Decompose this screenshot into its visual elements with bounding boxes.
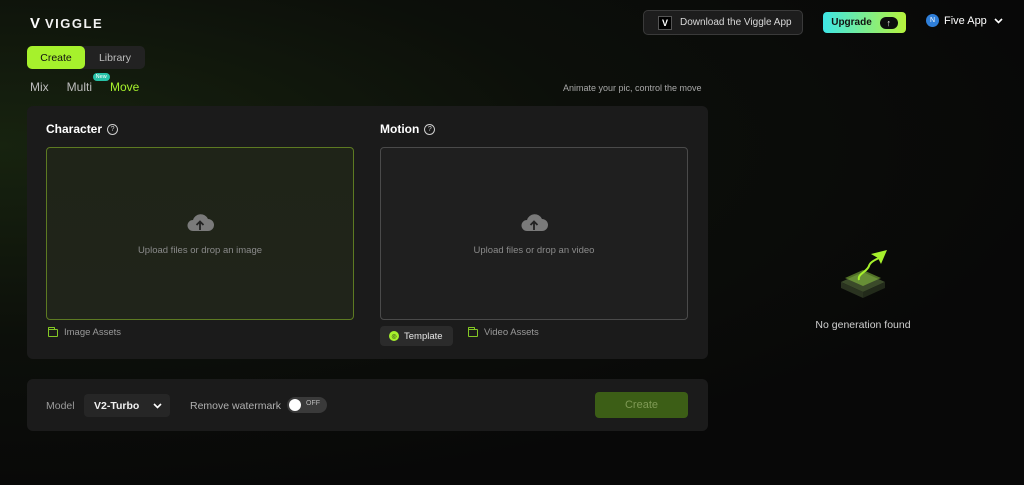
model-value: V2-Turbo — [94, 399, 140, 412]
cloud-upload-icon — [521, 214, 548, 231]
empty-state: No generation found — [800, 246, 926, 331]
motion-upload-text: Upload files or drop an video — [473, 245, 595, 256]
remove-watermark-toggle[interactable]: OFF — [287, 397, 327, 413]
chevron-down-icon — [994, 16, 1003, 26]
video-assets-label: Video Assets — [484, 327, 539, 338]
mode-tab-mix[interactable]: Mix — [30, 80, 49, 94]
viggle-app-icon: V — [658, 15, 672, 30]
template-button[interactable]: ◎ Template — [380, 326, 453, 346]
character-upload-dropzone[interactable]: Upload files or drop an image — [46, 147, 354, 320]
upgrade-button[interactable]: Upgrade ↑ — [823, 12, 906, 33]
upgrade-label: Upgrade — [831, 17, 872, 28]
image-assets-link[interactable]: Image Assets — [48, 326, 122, 338]
new-badge: New — [92, 73, 110, 81]
create-library-switch: Create Library — [27, 46, 145, 69]
mode-tagline: Animate your pic, control the move — [563, 83, 702, 93]
tab-create[interactable]: Create — [27, 46, 85, 69]
character-upload-text: Upload files or drop an image — [137, 245, 263, 256]
create-button[interactable]: Create — [595, 392, 688, 418]
viggle-logo[interactable]: V VIGGLE — [30, 15, 103, 32]
cloud-upload-icon — [187, 214, 214, 231]
mode-tabs: Mix Multi New Move — [30, 73, 157, 94]
mode-tab-multi[interactable]: Multi New — [66, 73, 110, 94]
help-icon[interactable]: ? — [424, 123, 436, 135]
chevron-down-icon — [153, 401, 162, 411]
video-assets-link[interactable]: Video Assets — [468, 326, 539, 338]
motion-title: Motion ? — [380, 122, 436, 136]
model-select[interactable]: V2-Turbo — [84, 394, 170, 417]
toggle-knob — [289, 399, 301, 411]
account-menu[interactable]: N Five App — [926, 14, 1003, 27]
folder-icon — [48, 326, 58, 337]
mode-tab-move[interactable]: Move — [110, 80, 139, 94]
logo-text: VIGGLE — [45, 16, 104, 31]
help-icon[interactable]: ? — [107, 123, 119, 135]
model-label: Model — [46, 400, 75, 412]
download-app-button[interactable]: V Download the Viggle App — [643, 10, 803, 35]
avatar: N — [926, 14, 939, 27]
tab-library[interactable]: Library — [85, 46, 145, 69]
motion-upload-dropzone[interactable]: Upload files or drop an video — [380, 147, 688, 320]
character-title: Character ? — [46, 122, 119, 136]
motion-title-label: Motion — [380, 122, 420, 136]
image-assets-label: Image Assets — [64, 327, 122, 338]
settings-bar: Model V2-Turbo Remove watermark OFF Crea… — [27, 379, 708, 431]
logo-mark: V — [30, 15, 40, 32]
toggle-state: OFF — [306, 400, 320, 407]
download-app-label: Download the Viggle App — [680, 17, 792, 28]
empty-message: No generation found — [815, 319, 911, 331]
empty-generation-icon — [841, 250, 887, 298]
mode-tab-multi-label: Multi — [66, 80, 93, 94]
account-name: Five App — [944, 14, 987, 27]
template-icon: ◎ — [389, 331, 399, 341]
arrow-up-icon: ↑ — [879, 16, 898, 29]
character-title-label: Character — [46, 122, 103, 136]
folder-icon — [468, 326, 478, 337]
remove-watermark-label: Remove watermark — [190, 400, 282, 412]
input-panel: Character ? Motion ? Upload files or dro… — [27, 106, 708, 359]
template-label: Template — [404, 330, 443, 342]
top-bar: V VIGGLE V Download the Viggle App Upgra… — [0, 0, 1024, 44]
